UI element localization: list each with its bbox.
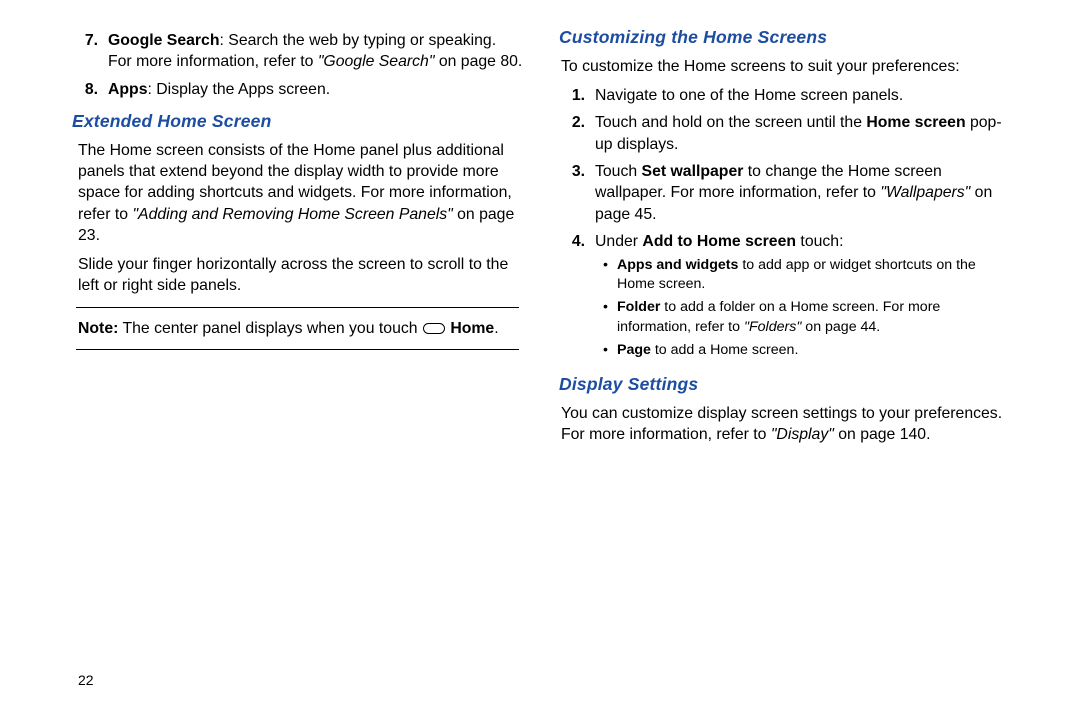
bullet-text: Apps and widgets to add app or widget sh… xyxy=(617,256,1010,294)
text: on page 80. xyxy=(434,53,522,70)
list-number: 3. xyxy=(559,161,595,225)
text: on page 140. xyxy=(834,426,931,443)
bullet-page: • Page to add a Home screen. xyxy=(595,341,1010,360)
term-apps-and-widgets: Apps and widgets xyxy=(617,257,738,273)
bullet-icon: • xyxy=(603,256,617,294)
list-item-2: 2. Touch and hold on the screen until th… xyxy=(559,112,1010,155)
paragraph: The Home screen consists of the Home pan… xyxy=(72,140,523,247)
right-column: Customizing the Home Screens To customiz… xyxy=(545,26,1040,720)
bullet-folder: • Folder to add a folder on a Home scree… xyxy=(595,298,1010,336)
term-apps: Apps xyxy=(108,81,148,98)
list-number: 4. xyxy=(559,231,595,363)
list-number: 7. xyxy=(72,30,108,73)
home-label: Home xyxy=(446,320,494,337)
paragraph: You can customize display screen setting… xyxy=(559,403,1010,446)
heading-extended-home-screen: Extended Home Screen xyxy=(72,110,523,134)
term-home-screen: Home screen xyxy=(866,114,965,131)
term-add-to-home-screen: Add to Home screen xyxy=(642,233,796,250)
home-button-icon xyxy=(423,323,445,334)
term-folder: Folder xyxy=(617,299,660,315)
list-item-8: 8. Apps: Display the Apps screen. xyxy=(72,79,523,100)
text: Under xyxy=(595,233,642,250)
list-item-7: 7. Google Search: Search the web by typi… xyxy=(72,30,523,73)
list-number: 8. xyxy=(72,79,108,100)
crossref-display: "Display" xyxy=(771,426,834,443)
list-body: Apps: Display the Apps screen. xyxy=(108,79,523,100)
heading-customizing-home-screens: Customizing the Home Screens xyxy=(559,26,1010,50)
text: touch: xyxy=(796,233,843,250)
manual-page: 7. Google Search: Search the web by typi… xyxy=(0,0,1080,720)
list-body: Touch Set wallpaper to change the Home s… xyxy=(595,161,1010,225)
list-number: 2. xyxy=(559,112,595,155)
text: Touch xyxy=(595,163,642,180)
text: on page 44. xyxy=(801,319,880,335)
list-item-4: 4. Under Add to Home screen touch: • App… xyxy=(559,231,1010,363)
bullet-icon: • xyxy=(603,341,617,360)
crossref-google-search: "Google Search" xyxy=(318,53,435,70)
page-number: 22 xyxy=(78,671,94,690)
note-label: Note: xyxy=(78,320,118,337)
bullet-text: Folder to add a folder on a Home screen.… xyxy=(617,298,1010,336)
bullet-text: Page to add a Home screen. xyxy=(617,341,1010,360)
text: . xyxy=(494,320,498,337)
term-google-search: Google Search xyxy=(108,32,220,49)
list-body: Google Search: Search the web by typing … xyxy=(108,30,523,73)
paragraph: Slide your finger horizontally across th… xyxy=(72,254,523,297)
divider xyxy=(76,307,519,308)
text: The center panel displays when you touch xyxy=(118,320,422,337)
crossref-panels: "Adding and Removing Home Screen Panels" xyxy=(132,206,452,223)
text: : Display the Apps screen. xyxy=(148,81,331,98)
note: Note: The center panel displays when you… xyxy=(72,318,523,339)
list-body: Touch and hold on the screen until the H… xyxy=(595,112,1010,155)
list-body: Under Add to Home screen touch: • Apps a… xyxy=(595,231,1010,363)
text: to add a Home screen. xyxy=(651,342,798,358)
divider xyxy=(76,349,519,350)
crossref-wallpapers: "Wallpapers" xyxy=(880,184,970,201)
term-set-wallpaper: Set wallpaper xyxy=(642,163,744,180)
paragraph: To customize the Home screens to suit yo… xyxy=(559,56,1010,77)
bullet-apps-widgets: • Apps and widgets to add app or widget … xyxy=(595,256,1010,294)
list-item-1: 1. Navigate to one of the Home screen pa… xyxy=(559,85,1010,106)
list-number: 1. xyxy=(559,85,595,106)
list-body: Navigate to one of the Home screen panel… xyxy=(595,85,1010,106)
term-page: Page xyxy=(617,342,651,358)
heading-display-settings: Display Settings xyxy=(559,373,1010,397)
left-column: 7. Google Search: Search the web by typi… xyxy=(40,26,545,720)
text: Touch and hold on the screen until the xyxy=(595,114,866,131)
bullet-icon: • xyxy=(603,298,617,336)
crossref-folders: "Folders" xyxy=(744,319,801,335)
list-item-3: 3. Touch Set wallpaper to change the Hom… xyxy=(559,161,1010,225)
